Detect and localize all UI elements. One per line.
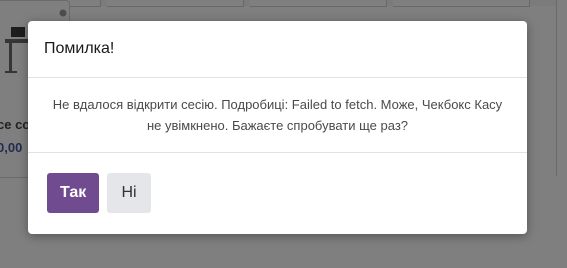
dialog-message: Не вдалося відкрити сесію. Подробиці: Fa…: [52, 97, 503, 133]
dialog-title: Помилка!: [44, 40, 115, 57]
dialog-header: Помилка!: [28, 21, 527, 78]
error-dialog: Помилка! Не вдалося відкрити сесію. Подр…: [28, 21, 527, 234]
cancel-button[interactable]: Ні: [107, 173, 151, 213]
dialog-footer: Так Ні: [28, 153, 527, 233]
confirm-button[interactable]: Так: [47, 173, 99, 213]
dialog-body: Не вдалося відкрити сесію. Подробиці: Fa…: [28, 78, 527, 153]
